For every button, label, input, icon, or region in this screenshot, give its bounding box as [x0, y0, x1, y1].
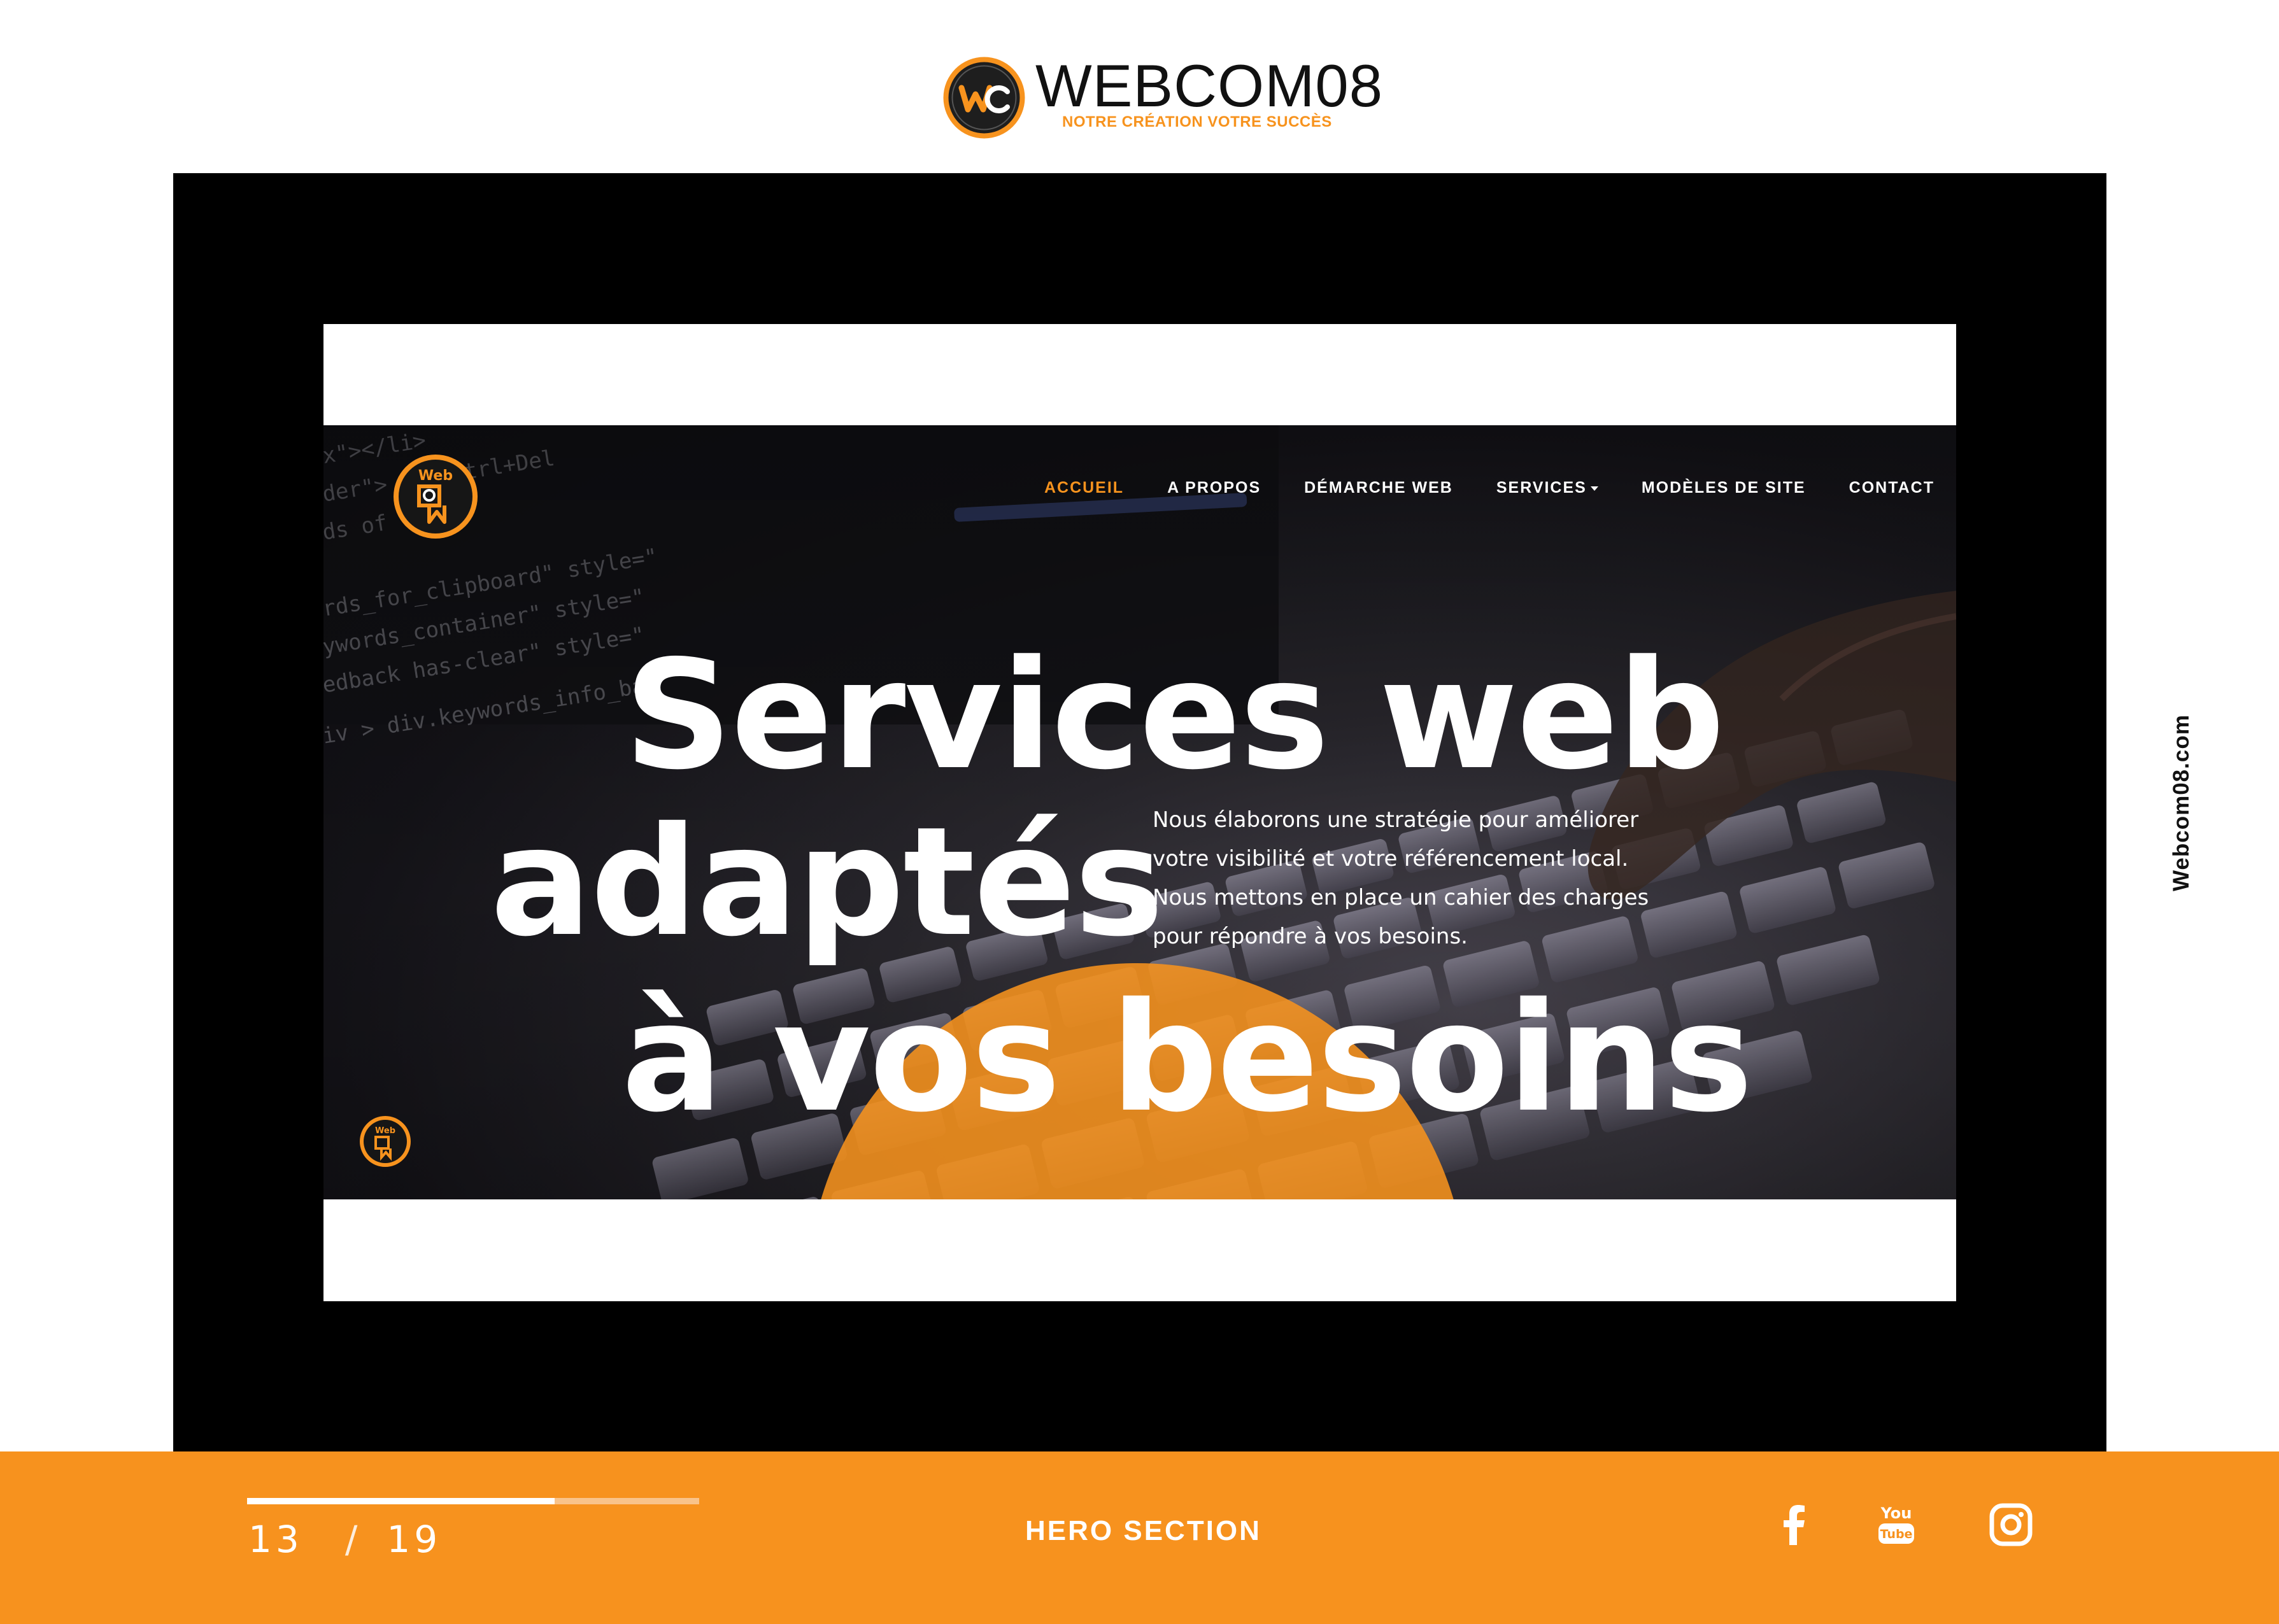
progress-bar-fill — [247, 1498, 555, 1504]
brand-tagline: NOTRE CRÉATION VOTRE SUCCÈS — [1062, 113, 1332, 131]
website-screenshot: ox"></li> lder"> via Ctrl+Del rds of ord… — [323, 324, 1956, 1301]
nav-accueil[interactable]: ACCUEIL — [1044, 479, 1124, 497]
section-title: HERO SECTION — [1025, 1515, 1261, 1546]
svg-text:Tube: Tube — [1880, 1527, 1913, 1541]
svg-text:Web: Web — [375, 1126, 395, 1136]
nav-contact[interactable]: CONTACT — [1849, 479, 1935, 497]
instagram-icon[interactable] — [1985, 1499, 2036, 1550]
site-navigation: ACCUEIL A PROPOS DÉMARCHE WEB SERVICES M… — [992, 479, 1935, 497]
svg-text:Web: Web — [418, 468, 453, 484]
webcom-badge-icon[interactable]: Web — [391, 452, 480, 541]
nav-services-dropdown[interactable]: SERVICES — [1496, 479, 1598, 497]
facebook-icon[interactable] — [1769, 1499, 1820, 1550]
webcom-logo-icon — [943, 57, 1025, 139]
caret-down-icon — [1590, 486, 1598, 491]
side-domain-label: Webcom08.com — [2169, 714, 2194, 891]
nav-a-propos[interactable]: A PROPOS — [1167, 479, 1261, 497]
page-separator: / — [344, 1518, 362, 1561]
brand-name: WEBCOM08 — [1035, 52, 1383, 119]
nav-demarche-web[interactable]: DÉMARCHE WEB — [1304, 479, 1453, 497]
current-page: 13 — [248, 1518, 303, 1561]
nav-services-label: SERVICES — [1496, 479, 1587, 497]
hero-headline-line-3: à vos besoins — [621, 970, 1753, 1145]
youtube-icon[interactable]: You Tube — [1871, 1499, 1922, 1550]
page-counter: 13 / 19 — [248, 1518, 441, 1561]
webcom-small-badge-icon[interactable]: Web — [358, 1114, 413, 1169]
hero-section: ox"></li> lder"> via Ctrl+Del rds of ord… — [323, 425, 1956, 1199]
hero-description: Nous élaborons une stratégie pour amélio… — [1153, 807, 1649, 949]
svg-text:You: You — [1880, 1504, 1912, 1522]
screenshot-frame: ox"></li> lder"> via Ctrl+Del rds of ord… — [173, 173, 2106, 1453]
nav-modeles-de-site[interactable]: MODÈLES DE SITE — [1642, 479, 1806, 497]
total-pages: 19 — [387, 1518, 442, 1561]
hero-headline-line-2: adaptés — [490, 794, 1164, 970]
brand-header: WEBCOM08 NOTRE CRÉATION VOTRE SUCCÈS — [941, 55, 1382, 144]
footer-bar: 13 / 19 HERO SECTION You Tube — [0, 1451, 2279, 1624]
hero-headline-line-1: Services web — [624, 628, 1725, 803]
progress-bar — [247, 1498, 699, 1504]
